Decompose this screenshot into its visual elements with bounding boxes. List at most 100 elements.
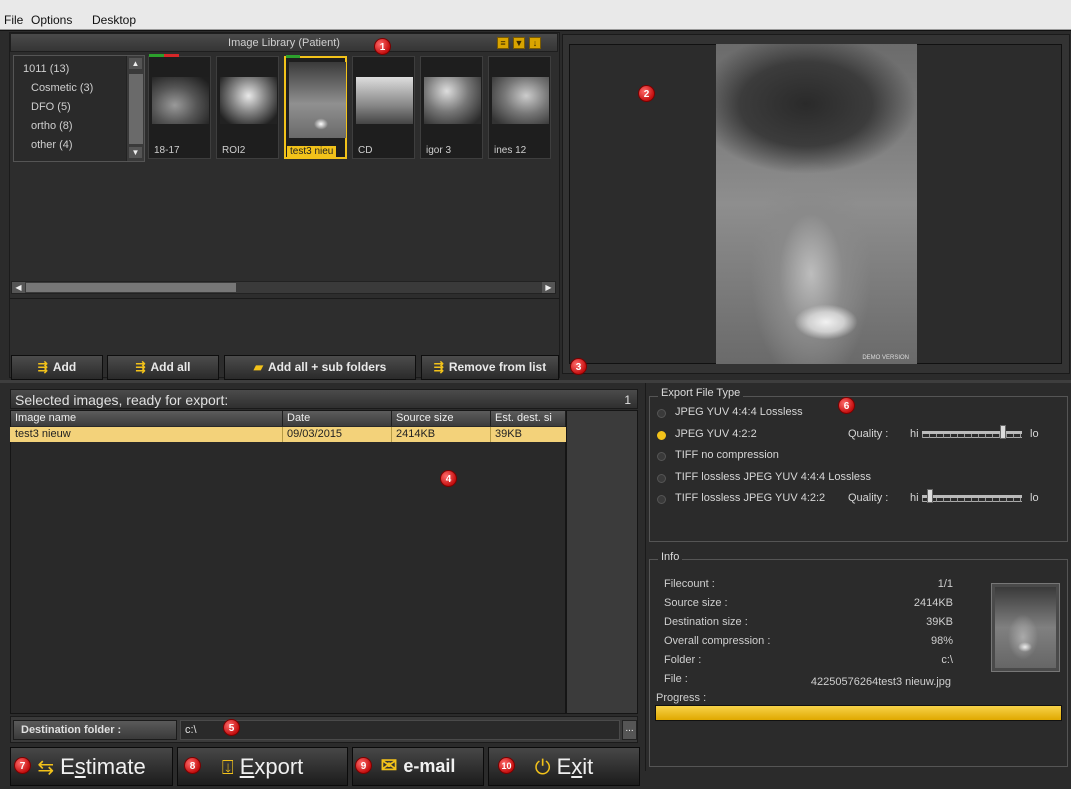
tree-node[interactable]: DFO (5): [31, 101, 71, 113]
estimate-label-a: E: [60, 754, 75, 779]
quality-lo-label: lo: [1030, 492, 1039, 504]
chevron-up-icon[interactable]: ▲: [129, 58, 142, 69]
callout-badge: 2: [638, 85, 655, 102]
radio-tiff-lossless-444[interactable]: [657, 474, 666, 483]
thumbnail[interactable]: CD: [352, 56, 415, 159]
file-value: 42250576264test3 nieuw.jpg: [810, 676, 951, 688]
thumbnail[interactable]: 18-17: [148, 54, 211, 159]
thumbnail[interactable]: ines 12: [488, 56, 551, 159]
status-marker: [149, 54, 179, 57]
radio-jpeg-422[interactable]: [657, 431, 666, 440]
option-label: TIFF lossless JPEG YUV 4:4:4 Lossless: [675, 471, 872, 483]
thumbnail-selected[interactable]: test3 nieu: [284, 55, 347, 159]
folder-label: Folder :: [664, 654, 702, 666]
overall-compression-label: Overall compression :: [664, 635, 771, 647]
xray-thumbnail: [220, 77, 277, 124]
radio-jpeg-444[interactable]: [657, 409, 666, 418]
chevron-left-icon[interactable]: ◀: [12, 282, 25, 293]
thumbnail-label: ines 12: [494, 145, 527, 156]
menu-file[interactable]: File: [4, 13, 23, 27]
callout-badge: 6: [838, 397, 855, 414]
estimate-icon: ⇆: [37, 757, 55, 779]
power-icon: ⏻: [534, 757, 551, 779]
radio-tiff-no-compression[interactable]: [657, 452, 666, 461]
tree-scroll-thumb[interactable]: [129, 74, 143, 144]
option-label: TIFF lossless JPEG YUV 4:2:2: [675, 492, 826, 504]
tree-node[interactable]: ortho (8): [31, 120, 73, 132]
menu-bar: File Options Desktop: [0, 0, 1071, 30]
cell-source-size: 2414KB: [392, 427, 491, 442]
thumbnail-label: 18-17: [154, 145, 180, 156]
remove-icon: ⇶: [433, 360, 444, 374]
add-all-sub-label: Add all + sub folders: [267, 360, 387, 374]
export-label-b: E: [239, 754, 255, 779]
xray-thumbnail: [152, 77, 209, 124]
export-label-c: xport: [254, 754, 304, 779]
progress-label: Progress :: [656, 692, 707, 704]
slider-knob[interactable]: [926, 489, 933, 503]
progress-fill: [656, 706, 1061, 720]
column-header-est-dest-size[interactable]: Est. dest. si: [491, 411, 566, 426]
file-label: File :: [664, 673, 688, 685]
tree-node[interactable]: Cosmetic (3): [31, 82, 93, 94]
option-label: TIFF no compression: [675, 449, 779, 461]
export-table[interactable]: [10, 410, 566, 714]
quality-slider-2[interactable]: [922, 489, 1022, 503]
callout-badge: 4: [440, 470, 457, 487]
xray-thumbnail: [356, 77, 413, 124]
column-header-image-name[interactable]: Image name: [11, 411, 283, 426]
source-size-value: 2414KB: [913, 597, 953, 609]
tree-node[interactable]: other (4): [31, 139, 73, 151]
thumbnail[interactable]: ROI2: [216, 56, 279, 159]
estimate-button[interactable]: ⇆ Estimate: [10, 747, 173, 786]
filter-icon[interactable]: ▼: [513, 37, 525, 49]
slider-knob[interactable]: [1000, 425, 1007, 439]
chevron-down-icon[interactable]: ▼: [129, 147, 142, 158]
scroll-thumb[interactable]: [26, 283, 236, 292]
info-title: Info: [658, 551, 683, 563]
add-all-button[interactable]: ⇶ Add all: [107, 355, 219, 380]
thumbnail-label: igor 3: [426, 145, 452, 156]
xray-thumbnail: [289, 62, 346, 138]
destination-size-label: Destination size :: [664, 616, 748, 628]
quality-slider-1[interactable]: [922, 425, 1022, 439]
remove-from-list-button[interactable]: ⇶ Remove from list: [421, 355, 559, 380]
thumbnail[interactable]: igor 3: [420, 56, 483, 159]
folder-value: c:\: [941, 654, 953, 666]
download-icon[interactable]: ↓: [529, 37, 541, 49]
tree-scrollbar[interactable]: ▲ ▼: [126, 56, 144, 161]
radio-tiff-lossless-422[interactable]: [657, 495, 666, 504]
overall-compression-value: 98%: [930, 635, 953, 647]
quality-lo-label: lo: [1030, 428, 1039, 440]
destination-label: Destination folder :: [13, 720, 177, 740]
xray-thumbnail: [492, 77, 549, 124]
column-header-source-size[interactable]: Source size: [392, 411, 491, 426]
export-button[interactable]: ⍗ Export: [177, 747, 348, 786]
filecount-value: 1/1: [937, 578, 953, 590]
callout-badge: 8: [184, 757, 201, 774]
progress-bar: [655, 705, 1062, 721]
add-button[interactable]: ⇶ Add: [11, 355, 103, 380]
thumbnail-scrollbar[interactable]: ◀ ▶: [11, 281, 556, 294]
exit-label-b: x: [571, 754, 583, 779]
filecount-label: Filecount :: [664, 578, 715, 590]
add-all-label: Add all: [150, 360, 191, 374]
quality-label: Quality :: [848, 428, 889, 440]
add-all-sub-folders-button[interactable]: ▰ Add all + sub folders: [224, 355, 416, 380]
menu-options[interactable]: Options: [31, 13, 72, 27]
thumbnail-label: CD: [358, 145, 373, 156]
browse-button[interactable]: ...: [622, 720, 637, 740]
option-label: JPEG YUV 4:2:2: [675, 428, 757, 440]
destination-folder-input[interactable]: c:\: [180, 720, 620, 740]
menu-desktop[interactable]: Desktop: [92, 13, 136, 27]
quality-label: Quality :: [848, 492, 889, 504]
folder-tree[interactable]: 1011 (13) Cosmetic (3) DFO (5) ortho (8)…: [13, 55, 145, 162]
add-all-icon: ⇶: [135, 360, 146, 374]
callout-badge: 1: [374, 38, 391, 55]
tree-node[interactable]: 1011 (13): [23, 63, 69, 75]
thumbnail-label: ROI2: [222, 145, 246, 156]
chevron-right-icon[interactable]: ▶: [542, 282, 555, 293]
callout-badge: 10: [498, 757, 515, 774]
column-header-date[interactable]: Date: [283, 411, 392, 426]
list-icon[interactable]: ≡: [497, 37, 509, 49]
